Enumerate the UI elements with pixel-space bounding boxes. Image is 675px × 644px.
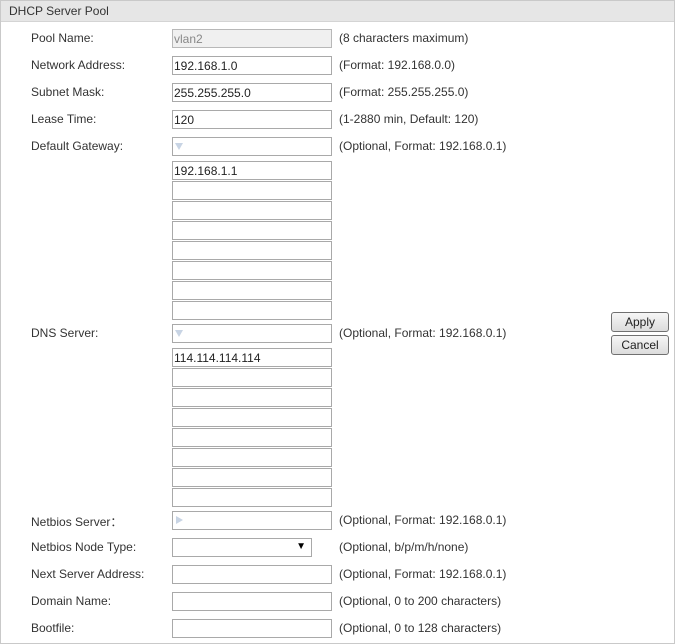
pool-name-hint: (8 characters maximum) <box>339 31 469 45</box>
apply-button[interactable]: Apply <box>611 312 669 332</box>
network-address-hint: (Format: 192.168.0.0) <box>339 58 456 72</box>
netbios-server-label: Netbios Server： <box>31 515 123 529</box>
dns-server-entry[interactable] <box>172 488 332 507</box>
entry-value: 114.114.114.114 <box>174 351 261 365</box>
bootfile-label: Bootfile: <box>31 621 75 635</box>
dns-server-entry[interactable] <box>172 388 332 407</box>
pool-name-value: vlan2 <box>174 32 203 46</box>
netbios-server-input[interactable] <box>172 511 332 530</box>
entry-value: 192.168.1.1 <box>174 164 238 178</box>
default-gateway-hint: (Optional, Format: 192.168.0.1) <box>339 139 507 153</box>
default-gateway-entry[interactable]: 192.168.1.1 <box>172 161 332 180</box>
triangle-right-icon <box>176 516 183 524</box>
dns-server-label: DNS Server: <box>31 326 99 340</box>
subnet-mask-label: Subnet Mask: <box>31 85 105 99</box>
panel-header: DHCP Server Pool <box>1 1 674 22</box>
default-gateway-label: Default Gateway: <box>31 139 124 153</box>
triangle-down-icon <box>175 143 183 150</box>
dns-server-entry[interactable] <box>172 368 332 387</box>
dns-server-entry[interactable] <box>172 468 332 487</box>
lease-time-hint: (1-2880 min, Default: 120) <box>339 112 479 126</box>
default-gateway-entry[interactable] <box>172 201 332 220</box>
lease-time-value: 120 <box>174 113 195 127</box>
default-gateway-entry[interactable] <box>172 281 332 300</box>
default-gateway-entry[interactable] <box>172 181 332 200</box>
chevron-down-icon: ▼ <box>296 541 306 552</box>
dns-server-entry[interactable] <box>172 448 332 467</box>
dns-server-entry[interactable]: 114.114.114.114 <box>172 348 332 367</box>
panel-title: DHCP Server Pool <box>9 4 109 18</box>
domain-name-input[interactable] <box>172 592 332 611</box>
lease-time-label: Lease Time: <box>31 112 97 126</box>
subnet-mask-value: 255.255.255.0 <box>174 86 251 100</box>
netbios-node-type-hint: (Optional, b/p/m/h/none) <box>339 540 469 554</box>
network-address-value: 192.168.1.0 <box>174 59 238 73</box>
network-address-input[interactable]: 192.168.1.0 <box>172 56 332 75</box>
netbios-node-type-select[interactable]: ▼ <box>172 538 312 557</box>
cancel-button[interactable]: Cancel <box>611 335 669 355</box>
next-server-address-input[interactable] <box>172 565 332 584</box>
network-address-label: Network Address: <box>31 58 126 72</box>
pool-name-field: vlan2 <box>172 29 332 48</box>
default-gateway-entry[interactable] <box>172 241 332 260</box>
default-gateway-input[interactable] <box>172 137 332 156</box>
default-gateway-entry[interactable] <box>172 261 332 280</box>
default-gateway-entry[interactable] <box>172 221 332 240</box>
triangle-down-icon <box>175 330 183 337</box>
default-gateway-entry[interactable] <box>172 301 332 320</box>
lease-time-input[interactable]: 120 <box>172 110 332 129</box>
subnet-mask-input[interactable]: 255.255.255.0 <box>172 83 332 102</box>
domain-name-label: Domain Name: <box>31 594 112 608</box>
netbios-server-hint: (Optional, Format: 192.168.0.1) <box>339 513 507 527</box>
dns-server-entry[interactable] <box>172 428 332 447</box>
bootfile-hint: (Optional, 0 to 128 characters) <box>339 621 502 635</box>
dhcp-server-pool-panel: DHCP Server Pool Pool Name: vlan2 (8 cha… <box>0 0 675 644</box>
netbios-node-type-label: Netbios Node Type: <box>31 540 137 554</box>
subnet-mask-hint: (Format: 255.255.255.0) <box>339 85 469 99</box>
next-server-address-label: Next Server Address: <box>31 567 145 581</box>
dns-server-hint: (Optional, Format: 192.168.0.1) <box>339 326 507 340</box>
next-server-address-hint: (Optional, Format: 192.168.0.1) <box>339 567 507 581</box>
domain-name-hint: (Optional, 0 to 200 characters) <box>339 594 502 608</box>
dns-server-input[interactable] <box>172 324 332 343</box>
bootfile-input[interactable] <box>172 619 332 638</box>
pool-name-label: Pool Name: <box>31 31 94 45</box>
dns-server-entry[interactable] <box>172 408 332 427</box>
